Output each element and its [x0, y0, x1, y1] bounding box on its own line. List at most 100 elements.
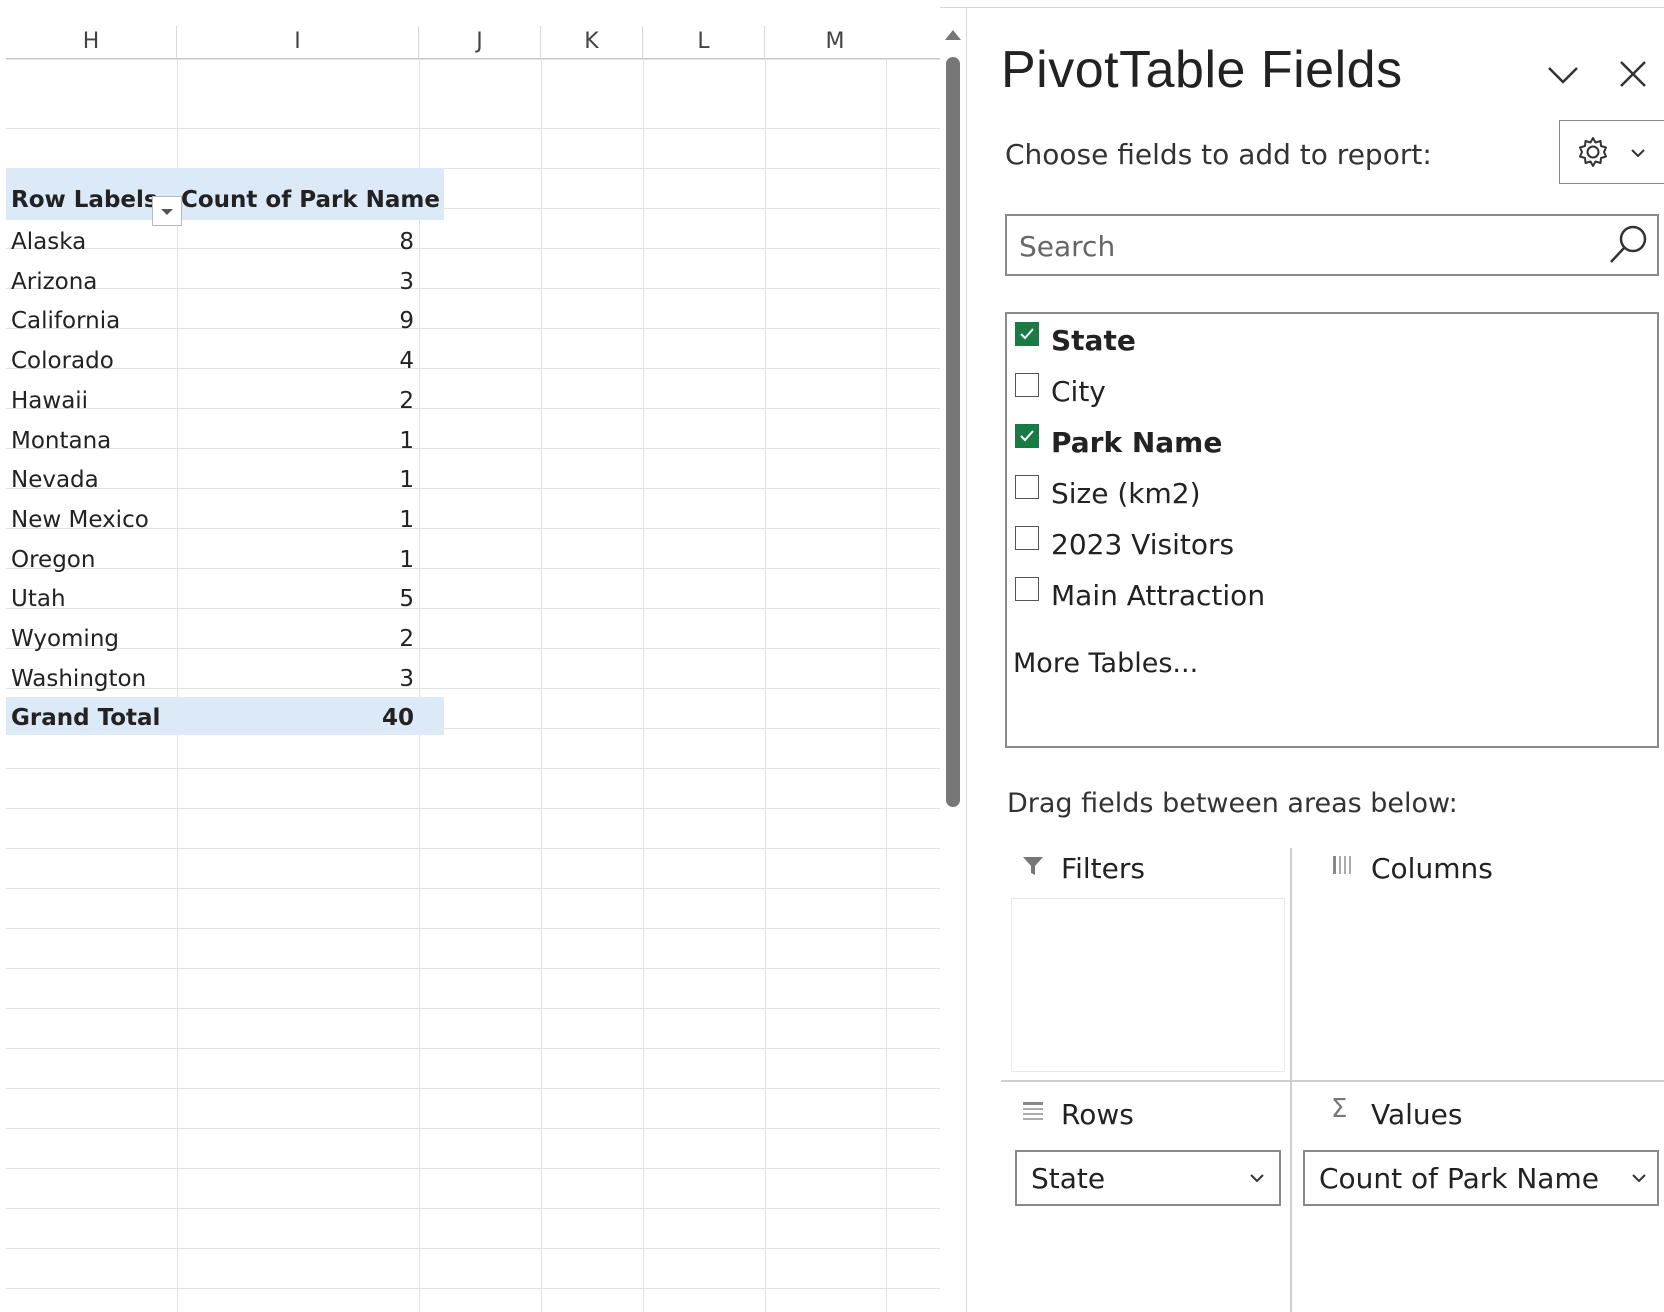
chevron-down-icon[interactable] — [1545, 56, 1581, 92]
column-header-l[interactable]: L — [643, 26, 765, 58]
choose-fields-label: Choose fields to add to report: — [1005, 138, 1432, 171]
pivot-row-value[interactable]: 2 — [300, 381, 414, 421]
grid-line — [6, 928, 940, 929]
pivot-row-label[interactable]: California — [11, 301, 120, 341]
check-icon — [1020, 328, 1034, 340]
rows-field-state[interactable]: State — [1015, 1150, 1281, 1206]
drag-fields-label: Drag fields between areas below: — [1007, 788, 1458, 819]
values-field-label: Count of Park Name — [1319, 1162, 1599, 1195]
column-header-h[interactable]: H — [6, 26, 177, 58]
grid-line — [6, 968, 940, 969]
field-label: Park Name — [1051, 426, 1223, 459]
grid-line — [6, 888, 940, 889]
field-label: 2023 Visitors — [1051, 528, 1235, 561]
checkbox-checked[interactable] — [1015, 322, 1039, 346]
pivottable-fields-pane: PivotTable Fields Choose fields to add t… — [966, 8, 1664, 1312]
grid-line — [6, 648, 940, 649]
rows-area-label: Rows — [1061, 1098, 1134, 1131]
row-labels-filter-button[interactable] — [152, 196, 182, 226]
pivot-row-value[interactable]: 9 — [300, 301, 414, 341]
column-header-row: H I J K L M — [6, 26, 940, 59]
pane-title: PivotTable Fields — [1001, 41, 1403, 99]
pivot-row-label[interactable]: Oregon — [11, 540, 95, 580]
field-list: State City Park Name Size (km2) 2023 Visitor… — [1005, 312, 1659, 748]
grid-line — [6, 328, 940, 329]
pivot-row-label[interactable]: Utah — [11, 579, 66, 619]
column-header-j[interactable]: J — [419, 26, 541, 58]
pivot-row-value[interactable]: 4 — [300, 341, 414, 381]
checkbox[interactable] — [1015, 475, 1039, 499]
grid-line — [6, 288, 940, 289]
grid-line — [6, 608, 940, 609]
grid-line — [6, 1128, 940, 1129]
grid-line — [6, 1288, 940, 1289]
checkbox-checked[interactable] — [1015, 424, 1039, 448]
grid-line — [177, 59, 178, 1312]
values-area-label: Values — [1371, 1098, 1463, 1131]
checkbox[interactable] — [1015, 373, 1039, 397]
checkbox[interactable] — [1015, 577, 1039, 601]
rows-field-label: State — [1031, 1162, 1106, 1195]
grid-line — [6, 1008, 940, 1009]
pivot-row-value[interactable]: 1 — [300, 421, 414, 461]
filter-icon — [1023, 857, 1043, 875]
grid-line — [6, 1088, 940, 1089]
pivot-row-label[interactable]: New Mexico — [11, 500, 149, 540]
field-label: Main Attraction — [1051, 579, 1266, 612]
pivot-row-label[interactable]: Nevada — [11, 460, 99, 500]
rows-icon — [1023, 1102, 1043, 1120]
pivot-row-label[interactable]: Hawaii — [11, 381, 88, 421]
pivot-row-value[interactable]: 2 — [300, 619, 414, 659]
field-label: State — [1051, 324, 1136, 357]
pivot-row-label[interactable]: Alaska — [11, 222, 86, 262]
columns-icon — [1333, 856, 1351, 874]
scrollbar-thumb[interactable] — [946, 57, 960, 807]
area-divider — [1001, 1080, 1664, 1082]
search-box[interactable] — [1005, 214, 1659, 276]
grid-line — [6, 1208, 940, 1209]
search-icon[interactable] — [1605, 222, 1651, 268]
grid-line — [6, 448, 940, 449]
pivot-row-value[interactable]: 1 — [300, 500, 414, 540]
grid-line — [643, 59, 644, 1312]
grid-line — [6, 59, 940, 60]
pivot-row-label[interactable]: Arizona — [11, 262, 97, 302]
grid-line — [6, 1048, 940, 1049]
pivot-row-value[interactable]: 3 — [300, 262, 414, 302]
spreadsheet-grid[interactable]: H I J K L M Row Labels Count of Park Nam… — [0, 0, 940, 1312]
pivot-row-value[interactable]: 8 — [300, 222, 414, 262]
chevron-down-icon[interactable] — [1631, 1172, 1647, 1184]
column-header-k[interactable]: K — [541, 26, 643, 58]
column-header-i[interactable]: I — [177, 26, 419, 58]
close-icon[interactable] — [1615, 56, 1651, 92]
chevron-down-icon[interactable] — [1249, 1172, 1265, 1184]
pivot-row-label[interactable]: Wyoming — [11, 619, 119, 659]
grid-line — [886, 59, 887, 1312]
pivot-value-header[interactable]: Count of Park Name — [181, 180, 440, 220]
pivot-row-labels-header[interactable]: Row Labels — [11, 180, 158, 220]
filters-drop-zone[interactable] — [1011, 898, 1285, 1072]
grand-total-label[interactable]: Grand Total — [11, 698, 160, 738]
grid-line — [6, 808, 940, 809]
search-input[interactable] — [1017, 226, 1581, 266]
grid-line — [6, 488, 940, 489]
vertical-scrollbar[interactable] — [940, 26, 966, 1312]
grid-line — [765, 59, 766, 1312]
column-header-m[interactable]: M — [765, 26, 905, 58]
pivot-row-value[interactable]: 1 — [300, 460, 414, 500]
pivot-row-label[interactable]: Colorado — [11, 341, 114, 381]
grid-line — [6, 408, 940, 409]
values-field-count-of-park-name[interactable]: Count of Park Name — [1303, 1150, 1659, 1206]
pivot-row-label[interactable]: Montana — [11, 421, 111, 461]
pivot-row-label[interactable]: Washington — [11, 659, 146, 699]
checkbox[interactable] — [1015, 526, 1039, 550]
grid-line — [6, 1248, 940, 1249]
grand-total-value[interactable]: 40 — [300, 698, 414, 738]
columns-drop-zone[interactable] — [1299, 898, 1664, 1070]
pivot-row-value[interactable]: 3 — [300, 659, 414, 699]
scroll-up-arrow-icon[interactable] — [945, 30, 961, 40]
pivot-row-value[interactable]: 5 — [300, 579, 414, 619]
pivot-row-value[interactable]: 1 — [300, 540, 414, 580]
more-tables-link[interactable]: More Tables... — [1013, 648, 1198, 679]
tools-button[interactable] — [1559, 120, 1664, 184]
